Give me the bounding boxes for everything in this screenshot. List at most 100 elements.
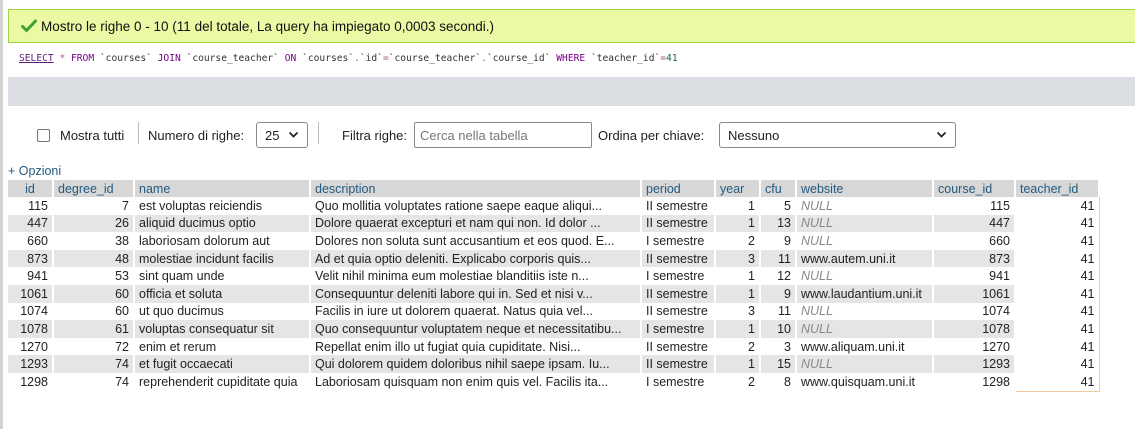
table-row[interactable]: 1270 72 enim et rerum Repellat enim illo ut… [8, 337, 1100, 356]
cell-degree-id: 61 [53, 320, 135, 338]
sql-query: SELECT * FROM `courses` JOIN `course_tea… [19, 53, 678, 64]
table-row[interactable]: 1293 74 et fugit occaecati Qui dolorem quid… [8, 355, 1100, 373]
cell-name: ut quo ducimus [134, 302, 311, 321]
show-all-label: Mostra tutti [60, 127, 125, 143]
chevron-down-icon [288, 129, 299, 144]
sql-query-box: SELECT * FROM `courses` JOIN `course_tea… [8, 43, 1135, 77]
table-row[interactable]: 660 38 laboriosam dolorum aut Dolores non s… [8, 232, 1100, 250]
cell-cfu: 15 [760, 355, 797, 373]
column-header-cfu[interactable]: cfu [760, 180, 797, 197]
cell-period: I semestre [641, 320, 716, 338]
cell-name: molestiae incidunt facilis [134, 249, 311, 268]
column-header-id[interactable]: id [8, 180, 54, 197]
cell-year: 1 [715, 355, 761, 373]
cell-year: 1 [715, 214, 761, 233]
table-row[interactable]: 873 48 molestiae incidunt facilis Ad et qui… [8, 249, 1100, 268]
query-actions-bar [8, 77, 1135, 106]
sql-star: * [59, 53, 66, 64]
table-row[interactable]: 1074 60 ut quo ducimus Facilis in iure ut d… [8, 302, 1100, 321]
cell-teacher-id[interactable]: 41 [1014, 249, 1100, 268]
cell-cfu: 8 [760, 372, 797, 392]
rows-per-page-value: 25 [265, 127, 280, 143]
table-row[interactable]: 1298 74 reprehenderit cupiditate quia Labor… [8, 372, 1100, 392]
sql-col-course-id: `course_id` [486, 53, 551, 64]
success-message: Mostro le righe 0 - 10 (11 del totale, L… [41, 18, 495, 34]
show-all-control[interactable]: Mostra tutti [37, 122, 124, 148]
table-row[interactable]: 1061 60 officia et soluta Consequuntur dele… [8, 284, 1100, 303]
cell-teacher-id[interactable]: 41 [1014, 355, 1100, 373]
cell-teacher-id[interactable]: 41 [1014, 284, 1100, 303]
column-header-description[interactable]: description [310, 180, 642, 197]
cell-id: 1074 [8, 302, 54, 321]
sort-key-select[interactable]: Nessuno [719, 122, 956, 148]
filter-input[interactable]: Cerca nella tabella [414, 122, 592, 148]
column-header-name[interactable]: name [134, 180, 311, 197]
table-row[interactable]: 1078 61 voluptas consequatur sit Quo conseq… [8, 320, 1100, 338]
cell-period: II semestre [641, 337, 716, 356]
cell-course-id: 1270 [933, 337, 1016, 356]
cell-website: NULL [796, 267, 934, 285]
cell-website: www.quisquam.uni.it [796, 372, 934, 392]
cell-degree-id: 60 [53, 284, 135, 303]
sql-col-teacher-id: `teacher_id` [590, 53, 661, 64]
cell-website: www.aliquam.uni.it [796, 337, 934, 356]
sql-table-course-teacher: `course_teacher` [186, 53, 279, 64]
cell-teacher-id[interactable]: 41 [1014, 267, 1100, 285]
cell-description: Repellat enim illo ut fugiat quia cupidi… [310, 337, 642, 356]
cell-teacher-id[interactable]: 41 [1014, 232, 1100, 250]
column-header-teacher-id[interactable]: teacher_id [1015, 180, 1100, 197]
cell-course-id: 1061 [933, 284, 1016, 303]
cell-course-id: 1293 [933, 355, 1016, 373]
cell-name: et fugit occaecati [134, 355, 311, 373]
sql-select-keyword[interactable]: SELECT [19, 53, 54, 64]
cell-description: Facilis in iure ut dolorem quaerat. Natu… [310, 302, 642, 321]
cell-website: NULL [796, 197, 934, 215]
cell-teacher-id[interactable]: 41 [1014, 214, 1100, 233]
cell-id: 873 [8, 249, 54, 268]
cell-period: II semestre [641, 302, 716, 321]
cell-cfu: 13 [760, 214, 797, 233]
cell-name: sint quam unde [134, 267, 311, 285]
cell-id: 1078 [8, 320, 54, 338]
cell-year: 2 [715, 232, 761, 250]
column-header-website[interactable]: website [796, 180, 934, 197]
column-header-degree-id[interactable]: degree_id [53, 180, 135, 197]
cell-cfu: 11 [760, 249, 797, 268]
column-header-period[interactable]: period [641, 180, 716, 197]
sql-value: 41 [666, 53, 678, 64]
cell-teacher-id[interactable]: 41 [1014, 320, 1100, 338]
sql-col-courses: `courses` [302, 53, 355, 64]
cell-year: 1 [715, 284, 761, 303]
options-link[interactable]: + Opzioni [8, 164, 61, 178]
cell-teacher-id[interactable]: 41 [1014, 302, 1100, 321]
cell-year: 1 [715, 197, 761, 215]
checkmark-icon [21, 19, 37, 33]
cell-cfu: 9 [760, 284, 797, 303]
sql-table-courses: `courses` [99, 53, 152, 64]
sort-label: Ordina per chiave: [598, 127, 705, 143]
cell-cfu: 3 [760, 337, 797, 356]
cell-degree-id: 74 [53, 355, 135, 373]
column-header-course-id[interactable]: course_id [933, 180, 1016, 197]
cell-teacher-id[interactable]: 41 [1014, 337, 1100, 356]
cell-degree-id: 7 [53, 197, 135, 215]
rows-per-page-select[interactable]: 25 [256, 122, 308, 148]
cell-description: Laboriosam quisquam non enim quis vel. F… [310, 372, 642, 392]
table-row[interactable]: 447 26 aliquid ducimus optio Dolore quaerat… [8, 214, 1100, 233]
filter-label: Filtra righe: [342, 127, 408, 143]
table-row[interactable]: 941 53 sint quam unde Velit nihil minima eu… [8, 267, 1100, 285]
cell-year: 2 [715, 337, 761, 356]
show-all-checkbox[interactable] [37, 128, 50, 142]
cell-website: NULL [796, 232, 934, 250]
column-header-year[interactable]: year [715, 180, 761, 197]
separator [318, 122, 319, 144]
table-row[interactable]: 115 7 est voluptas reiciendis Quo mollitia … [8, 197, 1100, 215]
cell-teacher-id[interactable]: 41 [1014, 372, 1100, 392]
success-banner: Mostro le righe 0 - 10 (11 del totale, L… [8, 9, 1135, 43]
cell-degree-id: 72 [53, 337, 135, 356]
cell-course-id: 873 [933, 249, 1016, 268]
sql-from-keyword: FROM [71, 53, 95, 64]
cell-teacher-id[interactable]: 41 [1014, 197, 1100, 215]
cell-name: voluptas consequatur sit [134, 320, 311, 338]
cell-cfu: 12 [760, 267, 797, 285]
